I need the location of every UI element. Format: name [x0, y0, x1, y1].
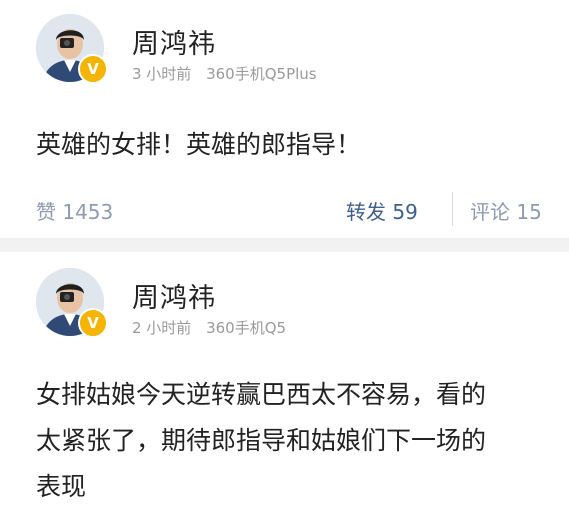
- feed-separator: [0, 238, 569, 252]
- weibo-feed: V 周鸿祎 3 小时前 360手机Q5Plus 英雄的女排！英雄的郎指导！ 赞 …: [0, 0, 569, 512]
- post-text-line: 女排姑娘今天逆转赢巴西太不容易，看的: [36, 380, 487, 409]
- post-card: V 周鸿祎 2 小时前 360手机Q5 女排姑娘今天逆转赢巴西太不容易，看的 太…: [0, 252, 569, 512]
- author-name[interactable]: 周鸿祎: [132, 276, 216, 315]
- author-name[interactable]: 周鸿祎: [132, 22, 216, 61]
- avatar[interactable]: V: [36, 268, 108, 338]
- like-button[interactable]: 赞 1453: [36, 196, 113, 225]
- post-meta: 2 小时前 360手机Q5: [132, 317, 296, 338]
- post-card: V 周鸿祎 3 小时前 360手机Q5Plus 英雄的女排！英雄的郎指导！ 赞 …: [0, 0, 569, 238]
- post-device: 360手机Q5Plus: [206, 65, 317, 83]
- comment-button[interactable]: 评论 15: [470, 196, 542, 225]
- post-time: 3 小时前: [132, 65, 192, 83]
- avatar[interactable]: V: [36, 14, 108, 84]
- post-text: 英雄的女排！英雄的郎指导！: [36, 130, 362, 159]
- action-divider: [452, 192, 453, 226]
- verified-v-icon: V: [78, 308, 108, 338]
- post-meta: 3 小时前 360手机Q5Plus: [132, 63, 327, 84]
- repost-button[interactable]: 转发 59: [346, 196, 418, 225]
- post-text-line: 表现: [36, 472, 87, 501]
- post-actions: 赞 1453 转发 59 评论 15: [0, 190, 569, 230]
- post-device: 360手机Q5: [206, 319, 287, 337]
- post-text: 女排姑娘今天逆转赢巴西太不容易，看的 太紧张了，期待郎指导和姑娘们下一场的 表现: [36, 372, 549, 510]
- verified-v-icon: V: [78, 54, 108, 84]
- post-time: 2 小时前: [132, 319, 192, 337]
- post-text-line: 太紧张了，期待郎指导和姑娘们下一场的: [36, 426, 487, 455]
